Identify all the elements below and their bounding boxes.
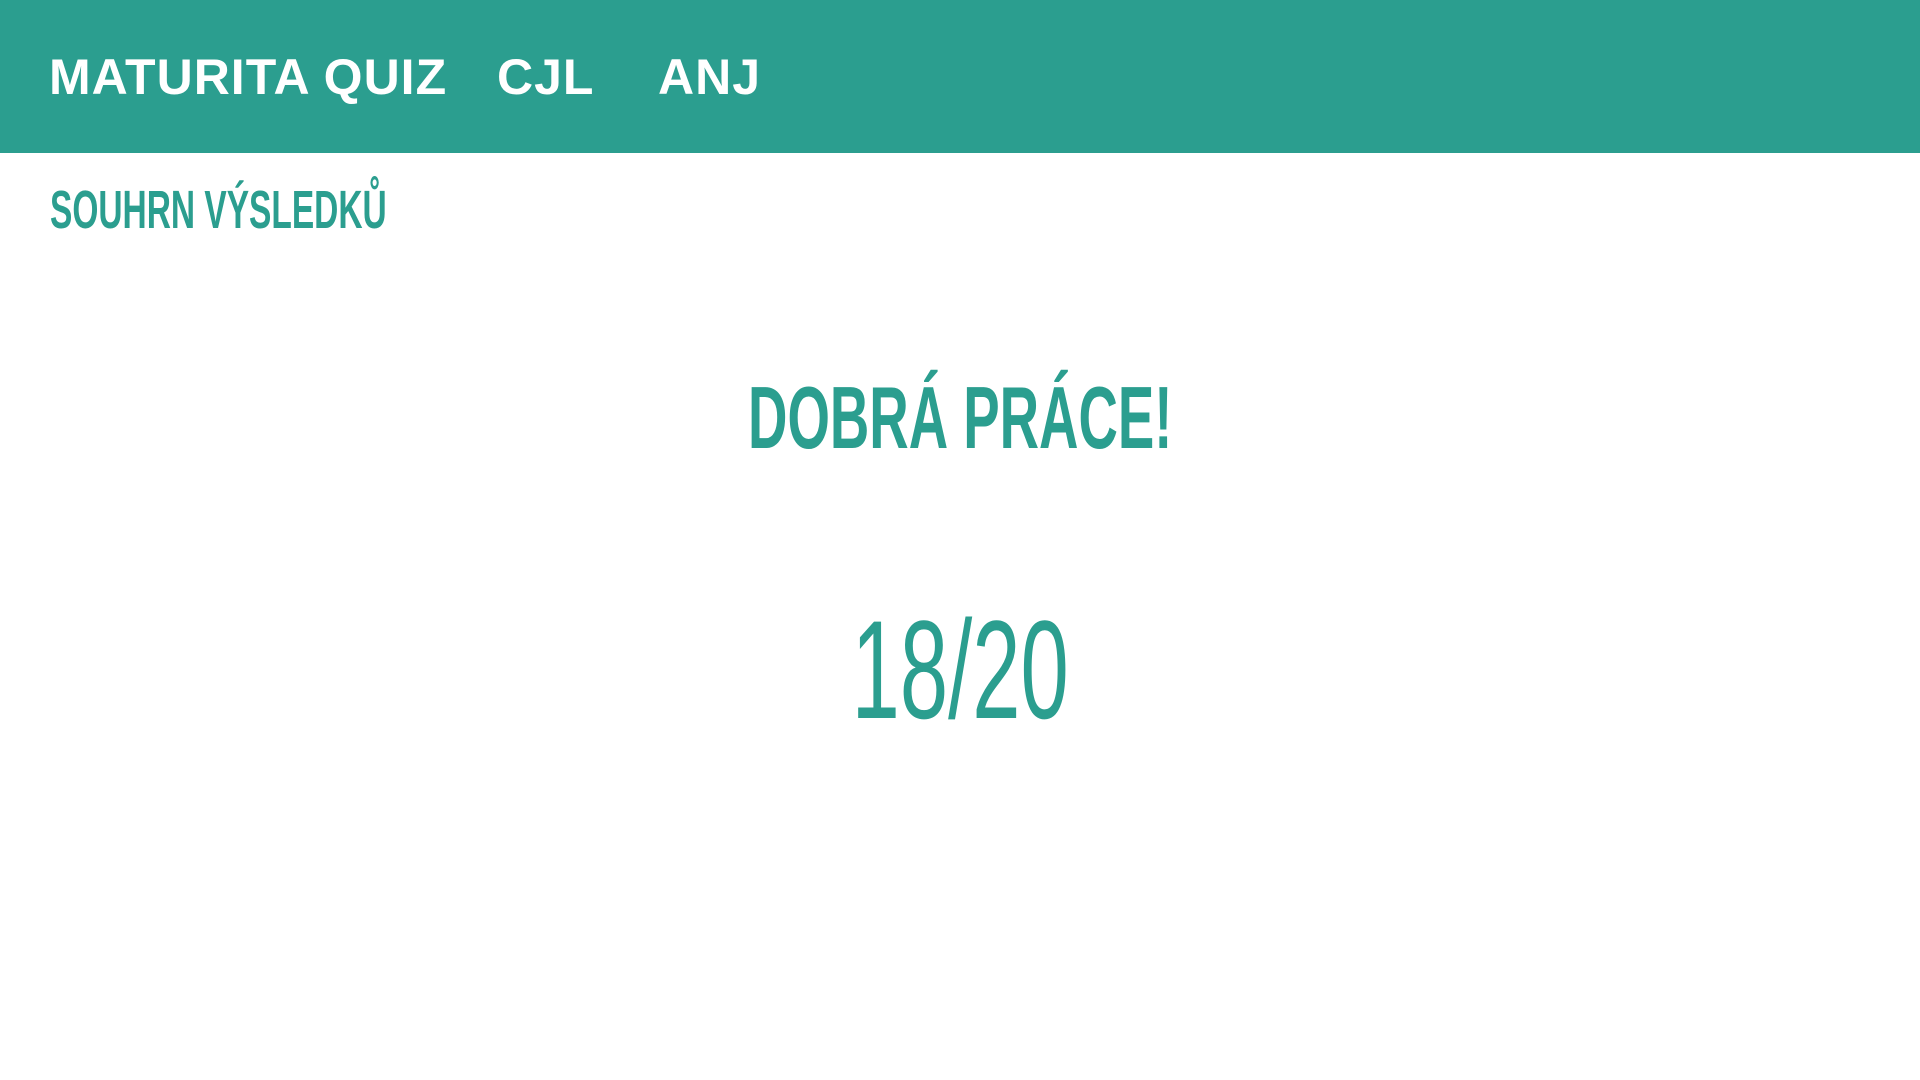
- brand-link[interactable]: MATURITA QUIZ: [49, 52, 447, 102]
- nav-link-cjl[interactable]: CJL: [497, 52, 594, 102]
- nav-link-anj[interactable]: ANJ: [658, 52, 761, 102]
- score-value: 18/20: [851, 591, 1069, 748]
- top-navbar: MATURITA QUIZ CJL ANJ: [0, 0, 1920, 153]
- score-container: 18/20: [0, 600, 1920, 740]
- headline-container: DOBRÁ PRÁCE!: [0, 374, 1920, 462]
- page-subtitle: SOUHRN VÝSLEDKŮ: [50, 180, 387, 240]
- result-headline: DOBRÁ PRÁCE!: [747, 368, 1173, 467]
